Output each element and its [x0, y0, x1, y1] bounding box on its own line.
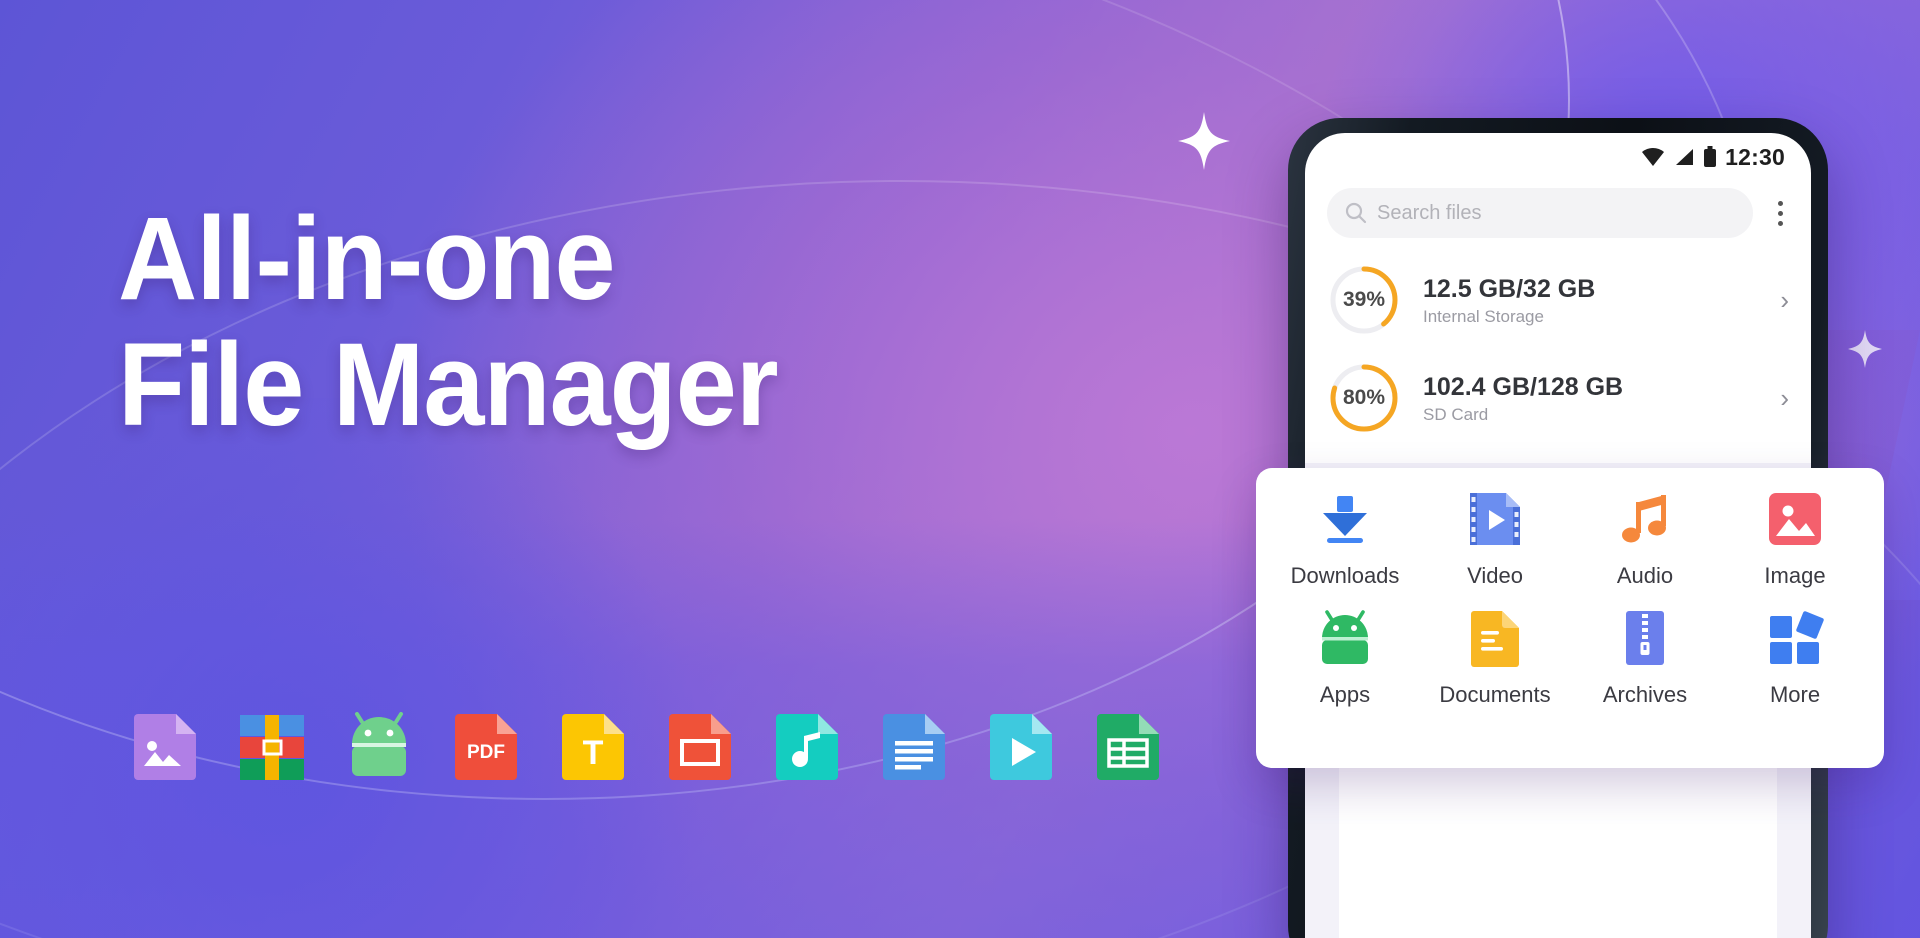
- music-note-icon: [1614, 488, 1676, 550]
- category-label: Image: [1764, 563, 1826, 588]
- category-grid: Downloads Video Audio Image Apps Documen…: [1270, 488, 1870, 708]
- signal-icon: [1676, 149, 1694, 165]
- search-row: Search files: [1327, 185, 1797, 241]
- category-more[interactable]: More: [1720, 607, 1870, 708]
- category-label: Downloads: [1290, 563, 1400, 588]
- category-label: Archives: [1602, 682, 1688, 707]
- text-file-icon: T: [558, 712, 628, 782]
- category-audio[interactable]: Audio: [1570, 488, 1720, 589]
- pdf-file-icon: PDF: [451, 712, 521, 782]
- more-squares-icon: [1764, 607, 1826, 669]
- android-robot-icon: [1314, 607, 1376, 669]
- wifi-icon: [1642, 147, 1665, 166]
- status-bar: 12:30: [1305, 133, 1811, 181]
- document-icon: [1464, 607, 1526, 669]
- category-label: Audio: [1616, 563, 1674, 588]
- file-type-icon-strip: PDF T: [130, 712, 1163, 782]
- image-file-icon: [130, 712, 200, 782]
- headline-line-2: File Manager: [118, 319, 779, 451]
- kebab-menu-icon[interactable]: [1763, 200, 1797, 226]
- search-placeholder: Search files: [1377, 201, 1482, 224]
- download-icon: [1314, 488, 1376, 550]
- sparkle-icon: [1848, 330, 1882, 368]
- category-video[interactable]: Video: [1420, 488, 1570, 589]
- category-label: Video: [1467, 563, 1523, 588]
- presentation-file-icon: [665, 712, 735, 782]
- video-film-icon: [1464, 488, 1526, 550]
- storage-percent: 39%: [1342, 288, 1386, 311]
- search-input[interactable]: Search files: [1327, 188, 1753, 238]
- storage-row-internal[interactable]: 39% 12.5 GB/32 GB Internal Storage ›: [1327, 251, 1797, 349]
- category-apps[interactable]: Apps: [1270, 607, 1420, 708]
- storage-progress-ring: 80%: [1327, 361, 1401, 435]
- storage-row-sdcard[interactable]: 80% 102.4 GB/128 GB SD Card ›: [1327, 349, 1797, 447]
- zip-archive-icon: [1614, 607, 1676, 669]
- storage-label: SD Card: [1423, 404, 1489, 424]
- hero-headline: All-in-one File Manager: [118, 196, 827, 448]
- android-apk-icon: [344, 712, 414, 782]
- sparkle-icon: [1178, 112, 1230, 170]
- storage-label: Internal Storage: [1423, 306, 1544, 326]
- spreadsheet-file-icon: [1093, 712, 1163, 782]
- svg-text:PDF: PDF: [467, 742, 505, 763]
- picture-icon: [1764, 488, 1826, 550]
- svg-text:T: T: [583, 734, 604, 772]
- category-documents[interactable]: Documents: [1420, 607, 1570, 708]
- document-file-icon: [879, 712, 949, 782]
- category-downloads[interactable]: Downloads: [1270, 488, 1420, 589]
- chevron-right-icon[interactable]: ›: [1780, 383, 1797, 414]
- storage-usage: 102.4 GB/128 GB: [1423, 372, 1624, 401]
- audio-file-icon: [772, 712, 842, 782]
- status-bar-clock: 12:30: [1725, 143, 1785, 170]
- category-label: Documents: [1439, 682, 1551, 707]
- category-label: More: [1769, 682, 1821, 707]
- storage-usage: 12.5 GB/32 GB: [1423, 274, 1596, 303]
- storage-percent: 80%: [1342, 386, 1386, 409]
- category-label: Apps: [1319, 682, 1371, 707]
- battery-icon: [1704, 146, 1717, 167]
- category-shortcuts-card: Downloads Video Audio Image Apps Documen…: [1256, 468, 1884, 768]
- category-archives[interactable]: Archives: [1570, 607, 1720, 708]
- archive-file-icon: [237, 712, 307, 782]
- storage-progress-ring: 39%: [1327, 263, 1401, 337]
- category-image[interactable]: Image: [1720, 488, 1870, 589]
- chevron-right-icon[interactable]: ›: [1780, 285, 1797, 316]
- headline-line-1: All-in-one: [118, 193, 616, 325]
- video-file-icon: [986, 712, 1056, 782]
- search-icon: [1345, 202, 1367, 224]
